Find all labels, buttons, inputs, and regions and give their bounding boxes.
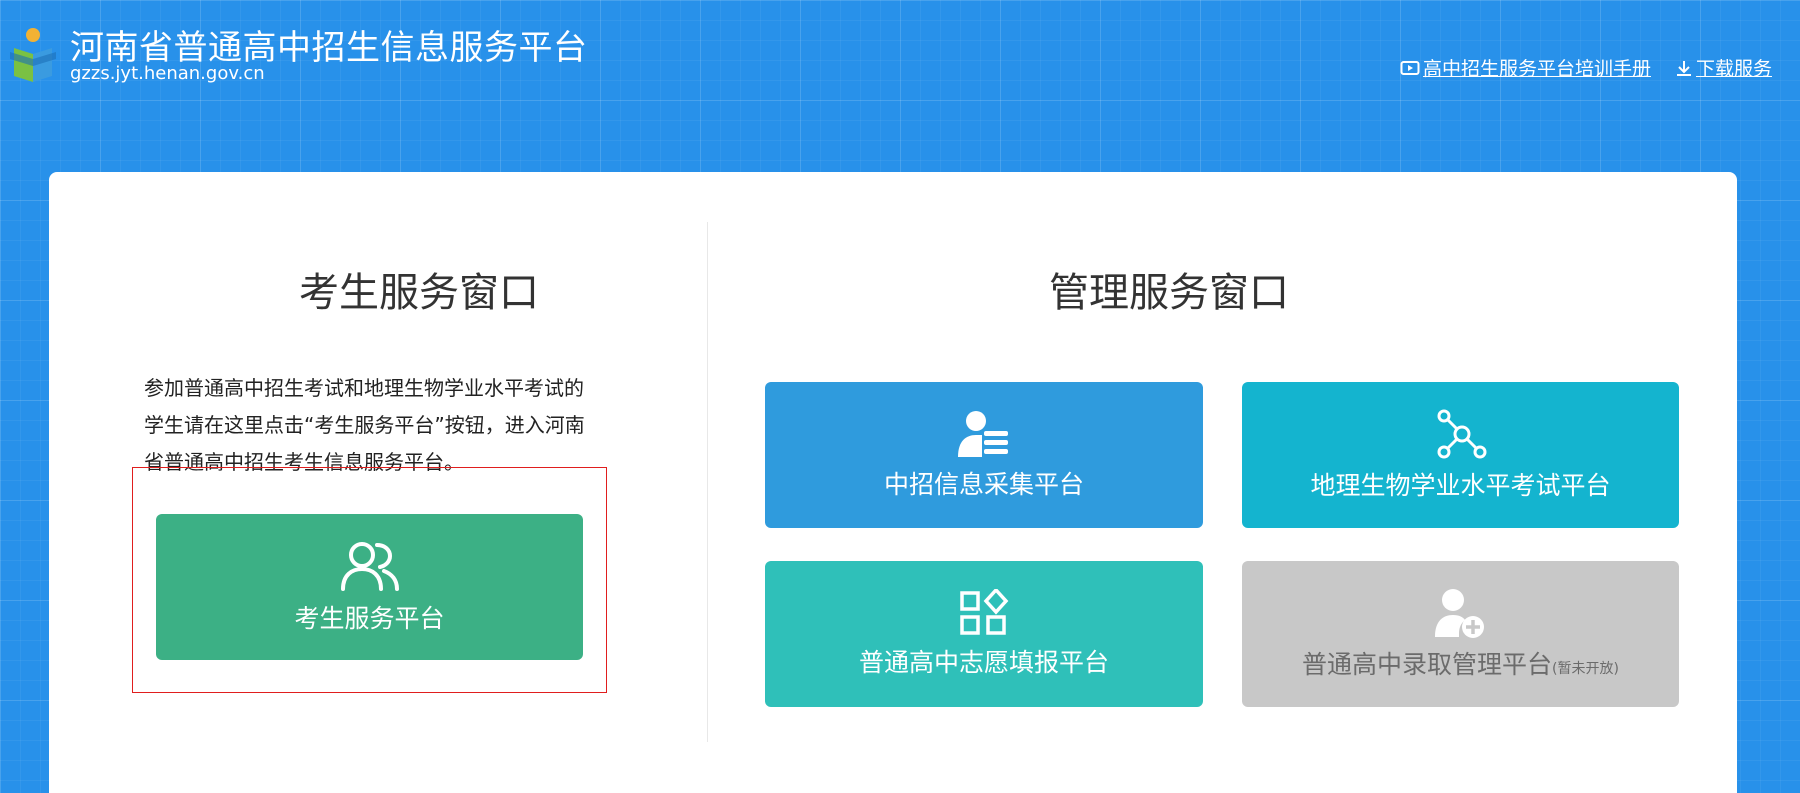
student-service-label: 考生服务平台 <box>294 604 445 633</box>
download-service-link[interactable]: 下载服务 <box>1675 54 1772 81</box>
download-icon <box>1676 60 1691 76</box>
site-logo <box>8 26 58 86</box>
volunteer-filling-platform-button[interactable]: 普通高中志愿填报平台 <box>765 561 1203 707</box>
header: 河南省普通高中招生信息服务平台 gzzs.jyt.henan.gov.cn 高中… <box>0 0 1800 172</box>
admin-section-title: 管理服务窗口 <box>1049 270 1289 316</box>
admission-management-label: 普通高中录取管理平台(暂未开放) <box>1302 645 1619 681</box>
user-list-icon <box>958 411 1008 457</box>
user-add-icon <box>1434 589 1484 638</box>
not-yet-open-note: (暂未开放) <box>1552 661 1619 677</box>
training-manual-link[interactable]: 高中招生服务平台培训手册 <box>1400 54 1651 81</box>
geo-bio-exam-label: 地理生物学业水平考试平台 <box>1310 471 1611 500</box>
top-links: 高中招生服务平台培训手册 下载服务 <box>1376 54 1772 81</box>
training-manual-label: 高中招生服务平台培训手册 <box>1422 58 1651 80</box>
info-collection-label: 中招信息采集平台 <box>883 470 1084 499</box>
users-icon <box>340 542 399 591</box>
download-service-label: 下载服务 <box>1695 58 1772 80</box>
site-domain: gzzs.jyt.henan.gov.cn <box>70 63 265 84</box>
student-service-button[interactable]: 考生服务平台 <box>156 514 583 660</box>
network-nodes-icon <box>1437 409 1486 459</box>
main-panel: 考生服务窗口 参加普通高中招生考试和地理生物学业水平考试的学生请在这里点击“考生… <box>49 172 1737 793</box>
section-divider <box>707 222 708 742</box>
admission-management-platform-button[interactable]: 普通高中录取管理平台(暂未开放) <box>1242 561 1679 707</box>
site-title: 河南省普通高中招生信息服务平台 <box>70 28 588 68</box>
admission-management-title: 普通高中录取管理平台 <box>1302 650 1553 679</box>
student-section-title: 考生服务窗口 <box>299 270 539 316</box>
geo-bio-exam-platform-button[interactable]: 地理生物学业水平考试平台 <box>1242 382 1679 528</box>
volunteer-filling-label: 普通高中志愿填报平台 <box>858 648 1109 677</box>
student-description: 参加普通高中招生考试和地理生物学业水平考试的学生请在这里点击“考生服务平台”按钮… <box>144 376 585 474</box>
info-collection-platform-button[interactable]: 中招信息采集平台 <box>765 382 1203 528</box>
video-icon <box>1400 60 1420 75</box>
apps-grid-icon <box>960 589 1009 635</box>
